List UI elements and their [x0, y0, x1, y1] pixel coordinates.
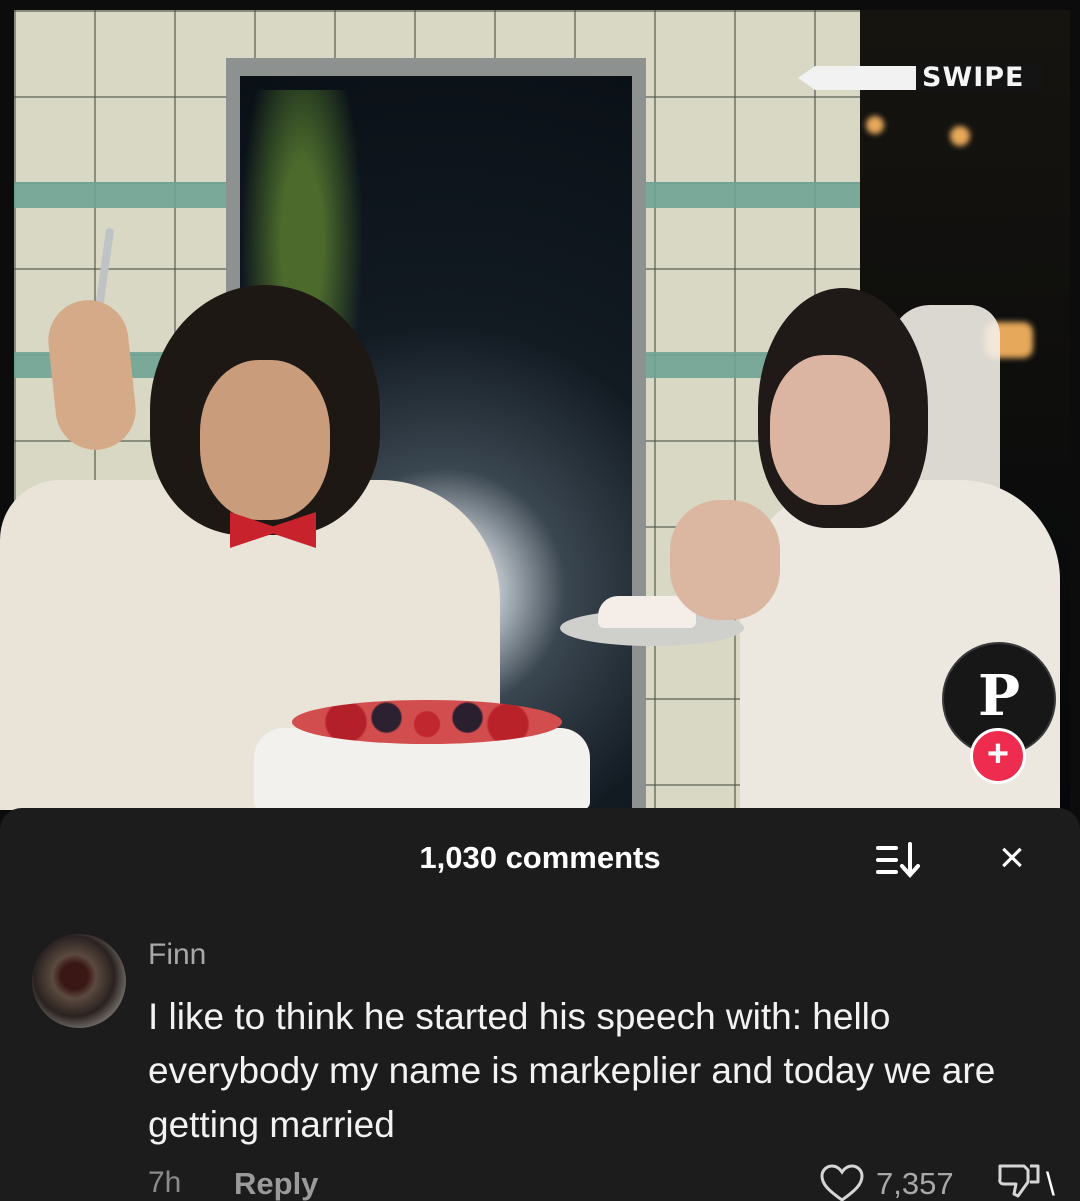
sort-icon[interactable] — [874, 840, 922, 880]
reply-button[interactable]: Reply — [234, 1166, 318, 1201]
post-photo[interactable] — [0, 0, 1080, 830]
groom-face — [200, 360, 330, 520]
cake-berries — [292, 700, 562, 744]
comment-text: I like to think he started his speech wi… — [148, 996, 996, 1145]
background-light — [866, 116, 884, 134]
follow-plus-button[interactable]: + — [970, 728, 1026, 784]
dislike-icon[interactable] — [994, 1160, 1042, 1200]
app-screen: SWIPE P + 1,030 comments × Finn I like t… — [0, 0, 1080, 1201]
swipe-label: SWIPE — [922, 62, 1025, 93]
heart-icon[interactable] — [818, 1164, 866, 1201]
swipe-indicator[interactable]: SWIPE — [798, 62, 1060, 94]
comment-time: 7h — [148, 1166, 182, 1199]
avatar[interactable] — [32, 934, 126, 1028]
like-count: 7,357 — [876, 1166, 954, 1201]
comment-count: 1,030 comments — [419, 840, 661, 875]
trailing-glyph: \ — [1046, 1166, 1055, 1201]
background-light — [950, 126, 970, 146]
bride-hand — [670, 500, 780, 620]
comment-author[interactable]: Finn — [148, 938, 206, 972]
swipe-arrow-icon — [798, 66, 920, 90]
bride-face — [770, 355, 890, 505]
close-icon[interactable]: × — [990, 836, 1034, 882]
